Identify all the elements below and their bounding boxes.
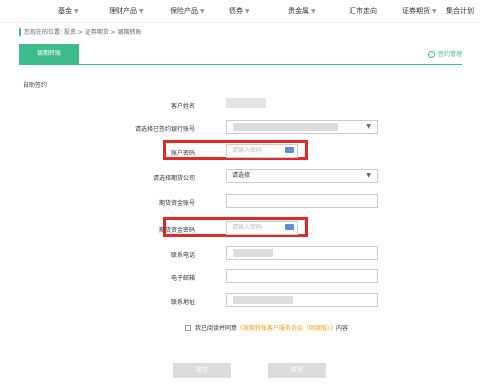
nav-item-forex[interactable]: 汇市走向: [349, 6, 377, 16]
submit-button[interactable]: 提交: [173, 363, 231, 378]
nav-item-wealth[interactable]: 理财产品 ▼: [109, 6, 144, 16]
chevron-down-icon: ▼: [139, 8, 144, 15]
address-input[interactable]: [226, 293, 378, 307]
customer-name-value: [226, 98, 266, 108]
agreement-checkbox[interactable]: [185, 325, 191, 331]
account-select-label: 请选择已签约银行账号: [134, 126, 195, 133]
chevron-down-icon: ▼: [311, 8, 316, 15]
futures-company-select[interactable]: 请选择 ▼: [226, 169, 378, 183]
account-password-label: 账户密码: [170, 150, 195, 157]
agreement-row: 我已阅读并同意《银期转账客户服务协议（网银版）》内容: [185, 323, 348, 332]
nav-item-bond[interactable]: 债券 ▼: [229, 6, 250, 16]
chevron-down-icon: ▼: [366, 172, 371, 179]
top-nav: 基金 ▼ 理财产品 ▼ 保险产品 ▼ 债券 ▼ 贵金属 ▼ 汇市走向 证券期货 ▼ 集合计划: [0, 0, 480, 23]
breadcrumb: 您现在的位置: 投资 > 证券期货 > 银期转账: [19, 27, 142, 36]
tab-bank-futures-transfer[interactable]: 银期转账: [19, 44, 79, 64]
customer-name-label: 客户姓名: [170, 103, 195, 110]
chevron-down-icon: ▼: [432, 8, 437, 15]
futures-company-label: 请选择期货公司: [152, 175, 195, 182]
nav-item-futures[interactable]: 证券期货 ▼: [402, 6, 437, 16]
account-number-blurred: [233, 123, 338, 131]
futures-account-label: 期货资金账号: [158, 200, 195, 207]
tab-bar: 银期转账 签约管理: [19, 44, 462, 65]
accent-bar: [19, 28, 21, 36]
keyboard-icon[interactable]: [285, 224, 294, 230]
nav-item-metal[interactable]: 贵金属 ▼: [288, 6, 316, 16]
signing-management-link[interactable]: 签约管理: [427, 49, 462, 58]
nav-item-fund[interactable]: 基金 ▼: [58, 6, 79, 16]
cancel-button[interactable]: 取消: [268, 363, 326, 378]
phone-input[interactable]: [226, 246, 378, 260]
account-password-input[interactable]: 请输入密码: [226, 144, 298, 158]
chevron-down-icon: ▼: [366, 123, 371, 130]
settings-icon: [427, 51, 435, 58]
email-label: 电子邮箱: [170, 275, 195, 282]
futures-password-label: 期货资金密码: [158, 227, 195, 234]
nav-item-insurance[interactable]: 保险产品 ▼: [170, 6, 205, 16]
phone-label: 联系电话: [170, 252, 195, 259]
nav-item-collective[interactable]: 集合计划: [446, 6, 474, 16]
email-input[interactable]: [226, 269, 378, 283]
phone-blurred: [233, 249, 273, 257]
bank-account-select[interactable]: ▼: [226, 120, 378, 134]
section-title: 自助签约: [23, 82, 48, 89]
chevron-down-icon: ▼: [245, 8, 250, 15]
address-label: 联系地址: [170, 299, 195, 306]
futures-account-input[interactable]: [226, 194, 378, 208]
agreement-link[interactable]: 《银期转账客户服务协议（网银版）》: [237, 325, 336, 332]
chevron-down-icon: ▼: [74, 8, 79, 15]
keyboard-icon[interactable]: [285, 147, 294, 153]
address-blurred: [233, 296, 293, 304]
chevron-down-icon: ▼: [200, 8, 205, 15]
futures-password-input[interactable]: 请输入密码: [226, 221, 298, 235]
